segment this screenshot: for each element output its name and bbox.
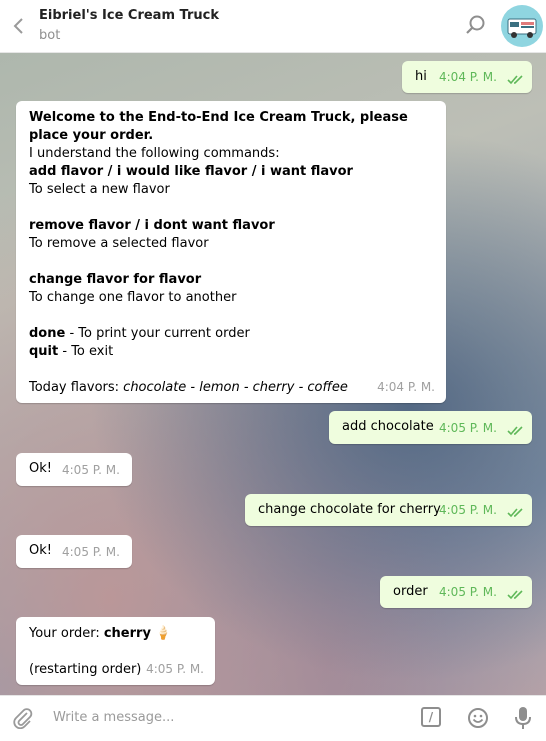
message-time: 4:05 P. M. bbox=[439, 421, 497, 435]
message-text: Ok! bbox=[29, 461, 52, 476]
ice-cream-icon: 🍦 bbox=[155, 626, 172, 641]
chat-subtitle: bot bbox=[39, 28, 61, 43]
command-quit: quit bbox=[29, 344, 59, 359]
command-quit-desc: - To exit bbox=[58, 344, 114, 359]
message-incoming[interactable]: Ok! 4:05 P. M. bbox=[16, 535, 132, 568]
message-outgoing[interactable]: add chocolate 4:05 P. M. bbox=[329, 411, 532, 444]
command-change: change flavor for flavor bbox=[29, 272, 202, 287]
message-incoming[interactable]: Your order: cherry 🍦 (restarting order) … bbox=[16, 617, 215, 685]
message-time: 4:04 P. M. bbox=[377, 380, 435, 394]
message-outgoing[interactable]: hi 4:04 P. M. bbox=[402, 61, 532, 93]
message-text: order bbox=[393, 584, 428, 599]
today-flavors-line: Today flavors: chocolate - lemon - cherr… bbox=[29, 379, 433, 397]
command-done-line: done - To print your current order bbox=[29, 325, 433, 343]
order-item: cherry bbox=[103, 626, 151, 641]
message-composer: Write a message... / bbox=[0, 695, 546, 741]
command-remove-desc: To remove a selected flavor bbox=[29, 236, 209, 251]
double-check-icon bbox=[507, 75, 523, 85]
command-quit-line: quit - To exit bbox=[29, 343, 433, 361]
message-text: hi bbox=[415, 69, 427, 84]
message-time: 4:05 P. M. bbox=[439, 503, 497, 517]
order-line: Your order: cherry 🍦 bbox=[29, 625, 202, 643]
command-change-desc: To change one flavor to another bbox=[29, 290, 237, 305]
today-flavors: chocolate - lemon - cherry - coffee bbox=[123, 380, 348, 395]
message-time: 4:05 P. M. bbox=[146, 662, 204, 676]
message-incoming[interactable]: Ok! 4:05 P. M. bbox=[16, 453, 132, 486]
message-text: add chocolate bbox=[342, 419, 434, 434]
smiley-icon[interactable] bbox=[467, 707, 489, 729]
command-done: done bbox=[29, 326, 66, 341]
message-outgoing[interactable]: order 4:05 P. M. bbox=[380, 576, 532, 608]
intro-text: I understand the following commands: bbox=[29, 146, 280, 161]
message-text: change chocolate for cherry bbox=[258, 502, 441, 517]
search-icon[interactable] bbox=[464, 14, 486, 36]
command-remove: remove flavor / i dont want flavor bbox=[29, 218, 275, 233]
message-incoming[interactable]: Welcome to the End-to-End Ice Cream Truc… bbox=[16, 101, 446, 403]
ice-cream-truck-icon bbox=[507, 18, 537, 38]
command-add: add flavor / i would like flavor / i wan… bbox=[29, 164, 353, 179]
message-time: 4:05 P. M. bbox=[62, 463, 120, 477]
double-check-icon bbox=[507, 426, 523, 436]
message-text: Ok! bbox=[29, 543, 52, 558]
message-input[interactable]: Write a message... bbox=[53, 710, 174, 725]
chat-title[interactable]: Eibriel's Ice Cream Truck bbox=[39, 8, 219, 23]
today-label: Today flavors: bbox=[29, 380, 124, 395]
chevron-left-icon[interactable] bbox=[11, 17, 27, 35]
command-add-desc: To select a new flavor bbox=[29, 182, 170, 197]
message-time: 4:05 P. M. bbox=[439, 585, 497, 599]
paperclip-icon[interactable] bbox=[12, 707, 34, 729]
chat-area[interactable]: hi 4:04 P. M. Welcome to the End-to-End … bbox=[0, 53, 546, 695]
microphone-icon[interactable] bbox=[513, 705, 533, 731]
message-time: 4:04 P. M. bbox=[439, 70, 497, 84]
command-done-desc: - To print your current order bbox=[65, 326, 250, 341]
order-label: Your order: bbox=[29, 626, 104, 641]
message-outgoing[interactable]: change chocolate for cherry 4:05 P. M. bbox=[245, 494, 532, 526]
avatar[interactable] bbox=[501, 5, 543, 47]
message-time: 4:05 P. M. bbox=[62, 545, 120, 559]
chat-header: Eibriel's Ice Cream Truck bot bbox=[0, 0, 546, 53]
double-check-icon bbox=[507, 508, 523, 518]
welcome-text: Welcome to the End-to-End Ice Cream Truc… bbox=[29, 110, 408, 143]
double-check-icon bbox=[507, 590, 523, 600]
slash-command-icon[interactable]: / bbox=[421, 707, 441, 727]
